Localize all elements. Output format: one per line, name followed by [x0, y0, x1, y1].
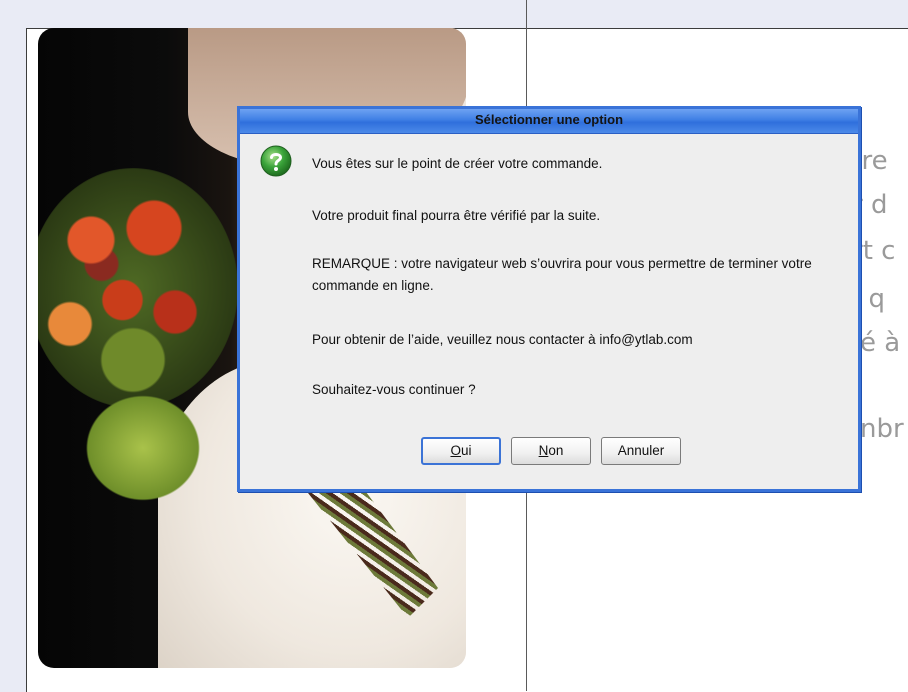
option-dialog: Sélectionner une option Vous êtes sur le… [237, 106, 861, 492]
oui-label: ui [461, 443, 472, 458]
message-line: Vous êtes sur le point de créer votre co… [312, 156, 603, 171]
oui-mnemonic: O [450, 443, 461, 458]
message-line: Pour obtenir de l’aide, veuillez nous co… [312, 332, 693, 347]
non-mnemonic: N [538, 443, 549, 458]
message-line: REMARQUE : votre navigateur web s’ouvrir… [312, 256, 812, 293]
background-text-fragment: nbr [860, 414, 904, 444]
message-line: Souhaitez-vous continuer ? [312, 382, 476, 397]
message-line: Votre produit final pourra être vérifié … [312, 208, 601, 223]
background-text-fragment: é à [860, 328, 901, 358]
question-icon [260, 145, 292, 177]
non-button[interactable]: Non [511, 437, 591, 465]
annuler-button[interactable]: Annuler [601, 437, 681, 465]
non-label: on [548, 443, 564, 458]
oui-button[interactable]: Oui [421, 437, 501, 465]
dialog-title[interactable]: Sélectionner une option [240, 109, 858, 134]
